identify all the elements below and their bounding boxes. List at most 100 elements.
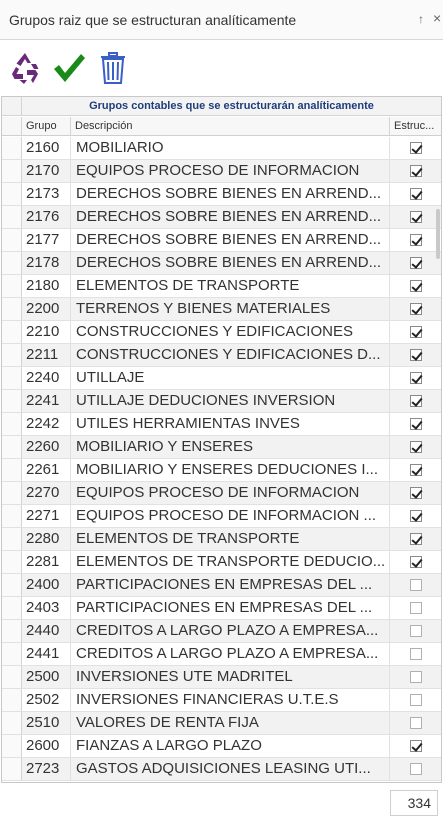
table-row[interactable]: 2240 UTILLAJE — [2, 367, 441, 390]
table-row[interactable]: 2270 EQUIPOS PROCESO DE INFORMACION — [2, 482, 441, 505]
cell-code[interactable]: 2723 — [22, 758, 71, 780]
delete-button[interactable] — [95, 50, 131, 86]
cell-code[interactable]: 2160 — [22, 137, 71, 159]
cell-description[interactable]: ELEMENTOS DE TRANSPORTE DEDUCIO... — [71, 551, 390, 573]
cell-code[interactable]: 2510 — [22, 712, 71, 734]
cell-code[interactable]: 2440 — [22, 620, 71, 642]
cell-description[interactable]: PARTICIPACIONES EN EMPRESAS DEL ... — [71, 597, 390, 619]
cell-code[interactable]: 2177 — [22, 229, 71, 251]
cell-code[interactable]: 2281 — [22, 551, 71, 573]
table-row[interactable]: 2281 ELEMENTOS DE TRANSPORTE DEDUCIO... — [2, 551, 441, 574]
cell-code[interactable]: 2270 — [22, 482, 71, 504]
structured-checkbox[interactable] — [410, 418, 422, 430]
structured-checkbox[interactable] — [410, 556, 422, 568]
cell-code[interactable]: 2180 — [22, 275, 71, 297]
cell-code[interactable]: 2400 — [22, 574, 71, 596]
table-row[interactable]: 2210 CONSTRUCCIONES Y EDIFICACIONES — [2, 321, 441, 344]
cell-code[interactable]: 2170 — [22, 160, 71, 182]
structured-checkbox[interactable] — [410, 487, 422, 499]
row-indicator[interactable] — [2, 413, 22, 435]
structured-checkbox[interactable] — [410, 280, 422, 292]
row-indicator[interactable] — [2, 758, 22, 780]
table-row[interactable]: 2260 MOBILIARIO Y ENSERES — [2, 436, 441, 459]
cell-description[interactable]: CONSTRUCCIONES Y EDIFICACIONES D... — [71, 344, 390, 366]
row-indicator[interactable] — [2, 298, 22, 320]
row-indicator[interactable] — [2, 505, 22, 527]
table-row[interactable]: 2177 DERECHOS SOBRE BIENES EN ARREND... — [2, 229, 441, 252]
structured-checkbox[interactable] — [410, 510, 422, 522]
cell-description[interactable]: DERECHOS SOBRE BIENES EN ARREND... — [71, 229, 390, 251]
structured-checkbox[interactable] — [410, 211, 422, 223]
row-indicator[interactable] — [2, 183, 22, 205]
row-indicator[interactable] — [2, 482, 22, 504]
cell-description[interactable]: DERECHOS SOBRE BIENES EN ARREND... — [71, 206, 390, 228]
cell-code[interactable]: 2242 — [22, 413, 71, 435]
row-indicator[interactable] — [2, 436, 22, 458]
structured-checkbox[interactable] — [410, 188, 422, 200]
cell-code[interactable]: 2173 — [22, 183, 71, 205]
row-indicator[interactable] — [2, 643, 22, 665]
row-indicator[interactable] — [2, 666, 22, 688]
table-row[interactable]: 2510 VALORES DE RENTA FIJA — [2, 712, 441, 735]
table-row[interactable]: 2440 CREDITOS A LARGO PLAZO A EMPRESA... — [2, 620, 441, 643]
table-row[interactable]: 2242 UTILES HERRAMIENTAS INVES — [2, 413, 441, 436]
row-indicator[interactable] — [2, 367, 22, 389]
structured-checkbox[interactable] — [410, 740, 422, 752]
cell-description[interactable]: EQUIPOS PROCESO DE INFORMACION — [71, 160, 390, 182]
structured-checkbox[interactable] — [410, 671, 422, 683]
cell-description[interactable]: CREDITOS A LARGO PLAZO A EMPRESA... — [71, 643, 390, 665]
cell-description[interactable]: MOBILIARIO Y ENSERES — [71, 436, 390, 458]
recycle-button[interactable] — [7, 50, 43, 86]
pin-icon[interactable]: ↑ — [418, 12, 424, 26]
close-icon[interactable]: × — [433, 10, 441, 26]
row-indicator[interactable] — [2, 390, 22, 412]
structured-checkbox[interactable] — [410, 257, 422, 269]
cell-description[interactable]: CREDITOS A LARGO PLAZO A EMPRESA... — [71, 620, 390, 642]
row-indicator[interactable] — [2, 689, 22, 711]
cell-code[interactable]: 2176 — [22, 206, 71, 228]
structured-checkbox[interactable] — [410, 464, 422, 476]
table-row[interactable]: 2173 DERECHOS SOBRE BIENES EN ARREND... — [2, 183, 441, 206]
row-indicator[interactable] — [2, 137, 22, 159]
structured-checkbox[interactable] — [410, 349, 422, 361]
cell-description[interactable]: VALORES DE RENTA FIJA — [71, 712, 390, 734]
row-indicator[interactable] — [2, 735, 22, 757]
row-indicator[interactable] — [2, 528, 22, 550]
cell-description[interactable]: UTILES HERRAMIENTAS INVES — [71, 413, 390, 435]
structured-checkbox[interactable] — [410, 142, 422, 154]
vertical-scrollbar[interactable] — [435, 137, 441, 782]
structured-checkbox[interactable] — [410, 625, 422, 637]
row-indicator[interactable] — [2, 321, 22, 343]
structured-checkbox[interactable] — [410, 165, 422, 177]
cell-description[interactable]: CONSTRUCCIONES Y EDIFICACIONES — [71, 321, 390, 343]
accept-button[interactable] — [51, 50, 87, 86]
table-row[interactable]: 2441 CREDITOS A LARGO PLAZO A EMPRESA... — [2, 643, 441, 666]
table-row[interactable]: 2280 ELEMENTOS DE TRANSPORTE — [2, 528, 441, 551]
structured-checkbox[interactable] — [410, 441, 422, 453]
structured-checkbox[interactable] — [410, 579, 422, 591]
row-indicator[interactable] — [2, 275, 22, 297]
cell-description[interactable]: UTILLAJE DEDUCIONES INVERSION — [71, 390, 390, 412]
cell-code[interactable]: 2200 — [22, 298, 71, 320]
cell-code[interactable]: 2261 — [22, 459, 71, 481]
cell-code[interactable]: 2502 — [22, 689, 71, 711]
table-row[interactable]: 2502 INVERSIONES FINANCIERAS U.T.E.S — [2, 689, 441, 712]
scrollbar-thumb[interactable] — [436, 209, 440, 259]
cell-description[interactable]: PARTICIPACIONES EN EMPRESAS DEL ... — [71, 574, 390, 596]
cell-code[interactable]: 2280 — [22, 528, 71, 550]
cell-description[interactable]: GASTOS ADQUISICIONES LEASING UTI... — [71, 758, 390, 780]
row-indicator[interactable] — [2, 712, 22, 734]
structured-checkbox[interactable] — [410, 395, 422, 407]
table-row[interactable]: 2723 GASTOS ADQUISICIONES LEASING UTI... — [2, 758, 441, 781]
cell-description[interactable]: INVERSIONES FINANCIERAS U.T.E.S — [71, 689, 390, 711]
table-row[interactable]: 2160 MOBILIARIO — [2, 137, 441, 160]
cell-code[interactable]: 2403 — [22, 597, 71, 619]
cell-code[interactable]: 2178 — [22, 252, 71, 274]
row-indicator[interactable] — [2, 344, 22, 366]
structured-checkbox[interactable] — [410, 303, 422, 315]
cell-code[interactable]: 2240 — [22, 367, 71, 389]
cell-description[interactable]: DERECHOS SOBRE BIENES EN ARREND... — [71, 252, 390, 274]
table-row[interactable]: 2271 EQUIPOS PROCESO DE INFORMACION ... — [2, 505, 441, 528]
table-row[interactable]: 2211 CONSTRUCCIONES Y EDIFICACIONES D... — [2, 344, 441, 367]
cell-code[interactable]: 2271 — [22, 505, 71, 527]
